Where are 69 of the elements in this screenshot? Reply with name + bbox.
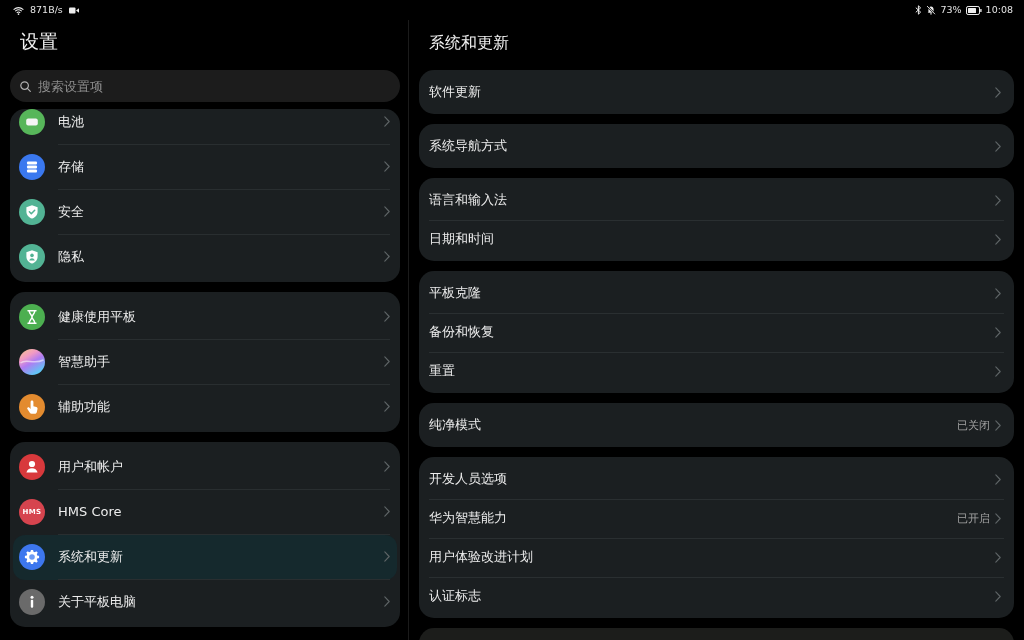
page-title: 系统和更新 bbox=[428, 33, 510, 54]
chevron-right-icon bbox=[384, 551, 390, 562]
clock-time: 10:08 bbox=[985, 4, 1013, 16]
chevron-right-icon bbox=[995, 552, 1001, 563]
user-icon bbox=[19, 454, 45, 480]
status-value: 已关闭 bbox=[957, 418, 990, 433]
chevron-right-icon bbox=[995, 591, 1001, 602]
settings-item[interactable]: 隐私 bbox=[13, 234, 397, 280]
settings-item[interactable]: 语言和输入法 bbox=[429, 180, 1004, 220]
settings-item[interactable]: 用户体验改进计划 bbox=[429, 537, 1004, 577]
settings-item[interactable]: 认证标志 bbox=[429, 576, 1004, 616]
chevron-right-icon bbox=[995, 87, 1001, 98]
video-camera-icon bbox=[68, 6, 79, 14]
settings-item[interactable]: 存储 bbox=[13, 144, 397, 190]
chevron-right-icon bbox=[384, 161, 390, 172]
settings-item[interactable]: 系统导航方式 bbox=[429, 126, 1004, 166]
chevron-right-icon bbox=[384, 311, 390, 322]
settings-item[interactable]: 软件更新 bbox=[429, 72, 1004, 112]
settings-item[interactable]: 重置 bbox=[429, 351, 1004, 391]
chevron-right-icon bbox=[384, 596, 390, 607]
settings-item[interactable]: 开发人员选项 bbox=[429, 459, 1004, 499]
settings-item[interactable]: 用户和帐户 bbox=[13, 444, 397, 490]
wifi-icon bbox=[13, 5, 24, 15]
settings-item[interactable]: 备份和恢复 bbox=[429, 312, 1004, 352]
chevron-right-icon bbox=[384, 506, 390, 517]
chevron-right-icon bbox=[995, 288, 1001, 299]
settings-item[interactable]: 电池 bbox=[13, 109, 397, 145]
settings-item[interactable]: 华为智慧能力 已开启 bbox=[429, 498, 1004, 538]
chevron-right-icon bbox=[384, 356, 390, 367]
settings-item[interactable]: 安全 bbox=[13, 189, 397, 235]
chevron-right-icon bbox=[995, 474, 1001, 485]
hourglass-icon bbox=[19, 304, 45, 330]
battery-icon bbox=[19, 109, 45, 135]
chevron-right-icon bbox=[995, 366, 1001, 377]
hand-pointer-icon bbox=[19, 394, 45, 420]
settings-item[interactable]: 日期和时间 bbox=[429, 219, 1004, 259]
server-icon bbox=[19, 154, 45, 180]
settings-item[interactable]: 系统和更新 bbox=[13, 534, 397, 580]
network-speed: 871B/s bbox=[30, 4, 63, 16]
battery-percentage: 73% bbox=[940, 4, 962, 16]
chevron-right-icon bbox=[384, 401, 390, 412]
shield-user-icon bbox=[19, 244, 45, 270]
gradient-orb-icon bbox=[19, 349, 45, 375]
chevron-right-icon bbox=[384, 461, 390, 472]
bluetooth-icon bbox=[915, 5, 923, 15]
chevron-right-icon bbox=[995, 420, 1001, 431]
settings-title: 设置 bbox=[19, 30, 59, 54]
settings-item[interactable]: 智慧助手 bbox=[13, 339, 397, 385]
settings-item[interactable]: 纯净模式 已关闭 bbox=[429, 405, 1004, 445]
settings-item[interactable]: 关于平板电脑 bbox=[13, 579, 397, 625]
chevron-right-icon bbox=[384, 116, 390, 127]
chevron-right-icon bbox=[995, 234, 1001, 245]
chevron-right-icon bbox=[995, 513, 1001, 524]
chevron-right-icon bbox=[384, 206, 390, 217]
search-field[interactable]: 搜索设置项 bbox=[10, 70, 400, 102]
shield-check-icon bbox=[19, 199, 45, 225]
settings-item[interactable]: 健康使用平板 bbox=[13, 294, 397, 340]
bell-off-icon bbox=[926, 5, 937, 15]
chevron-right-icon bbox=[995, 141, 1001, 152]
chevron-right-icon bbox=[384, 251, 390, 262]
gear-icon bbox=[19, 544, 45, 570]
status-value: 已开启 bbox=[957, 511, 990, 526]
search-icon bbox=[20, 80, 31, 92]
battery-icon bbox=[965, 5, 982, 15]
settings-item[interactable]: 平板克隆 bbox=[429, 273, 1004, 313]
chevron-right-icon bbox=[995, 195, 1001, 206]
settings-item[interactable]: 辅助功能 bbox=[13, 384, 397, 430]
chevron-right-icon bbox=[995, 327, 1001, 338]
info-icon bbox=[19, 589, 45, 615]
